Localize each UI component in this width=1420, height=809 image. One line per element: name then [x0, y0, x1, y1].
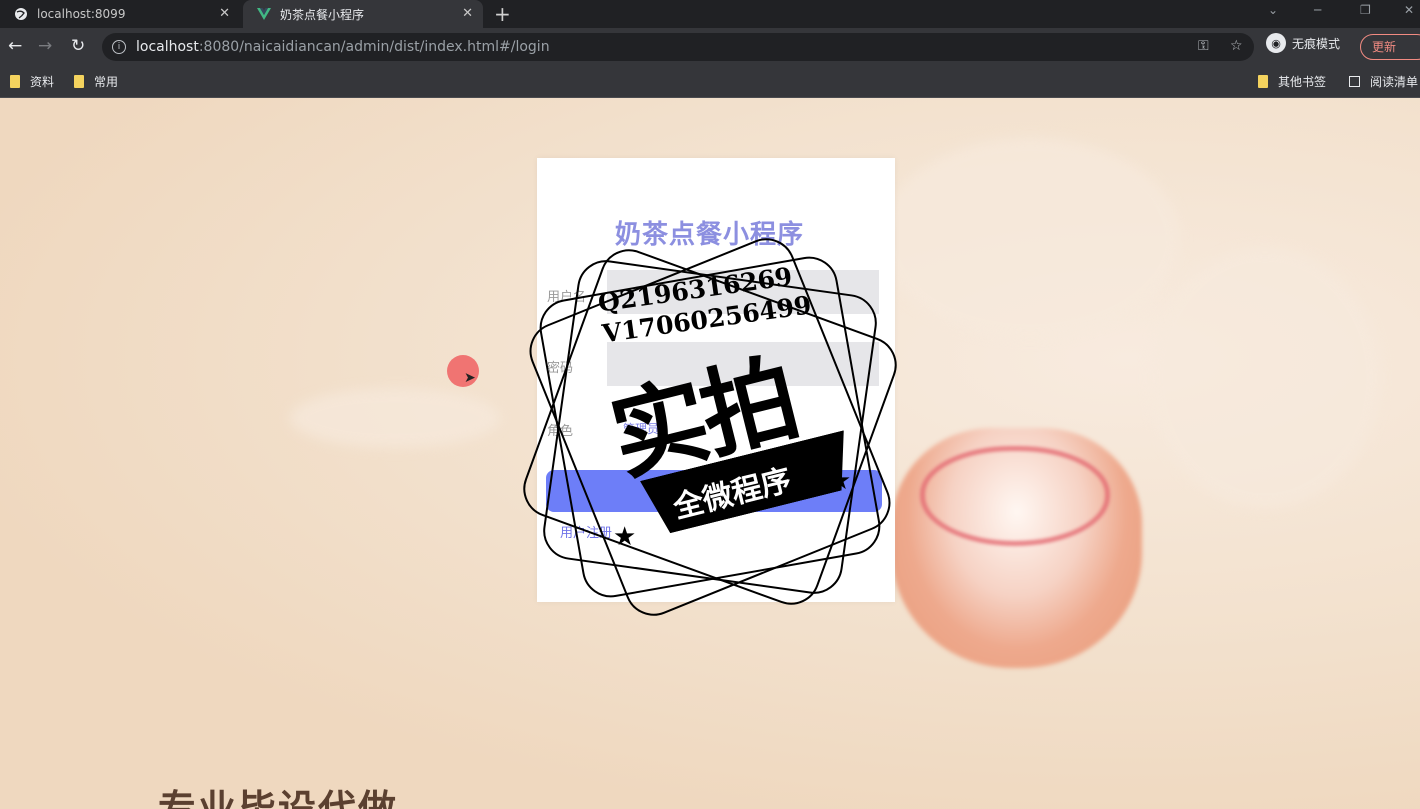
tab-milk-tea[interactable]: 奶茶点餐小程序 ✕: [243, 0, 483, 28]
background-blur: [880, 138, 1180, 338]
folder-icon: [1258, 75, 1268, 88]
bookmark-label: 常用: [94, 75, 119, 89]
bookmark-label: 资料: [30, 75, 55, 89]
bookmarks-bar: 资料 常用 其他书签 阅读清单: [0, 66, 1420, 98]
address-url[interactable]: localhost:8080/naicaidiancan/admin/dist/…: [136, 39, 550, 55]
star-icon: ★: [613, 522, 637, 552]
restore-icon[interactable]: ❐: [1360, 3, 1371, 17]
reading-list[interactable]: 阅读清单: [1349, 73, 1418, 90]
close-icon[interactable]: ✕: [462, 6, 473, 21]
tab-search-icon[interactable]: ⌄: [1268, 3, 1278, 17]
tab-localhost[interactable]: localhost:8099 ✕: [0, 0, 240, 28]
bookmark-folder-materials[interactable]: 资料: [10, 73, 54, 90]
tab-bar: localhost:8099 ✕ 奶茶点餐小程序 ✕ + ⌄ ─ ❐ ✕: [0, 0, 1420, 28]
incognito-label: 无痕模式: [1292, 36, 1341, 51]
incognito-indicator[interactable]: ◉ 无痕模式: [1266, 33, 1340, 53]
mouse-pointer-icon: ➤: [464, 370, 476, 386]
minimize-icon[interactable]: ─: [1314, 3, 1321, 17]
latte-art-image: [920, 446, 1110, 546]
reading-list-icon: [1349, 76, 1360, 87]
bookmark-label: 其他书签: [1278, 75, 1327, 89]
background-blur: [1150, 248, 1380, 508]
update-button[interactable]: 更新: [1360, 34, 1420, 60]
star-icon[interactable]: ☆: [1230, 38, 1243, 54]
back-icon[interactable]: ←: [8, 36, 22, 56]
background-blur: [290, 388, 500, 448]
close-icon[interactable]: ✕: [219, 6, 230, 21]
site-info-icon[interactable]: i: [112, 40, 126, 54]
bookmark-other[interactable]: 其他书签: [1258, 73, 1326, 90]
bookmark-folder-common[interactable]: 常用: [74, 73, 118, 90]
reload-icon[interactable]: ↻: [71, 36, 85, 56]
bookmark-label: 阅读清单: [1370, 75, 1419, 89]
address-bar[interactable]: i localhost:8080/naicaidiancan/admin/dis…: [102, 33, 1254, 61]
key-icon[interactable]: ⚿: [1198, 38, 1209, 54]
star-icon: ★: [828, 466, 852, 496]
promo-text: 专业毕设代做: [158, 787, 399, 809]
tab-title: localhost:8099: [37, 7, 126, 21]
browser-toolbar: ← → ↻ i localhost:8080/naicaidiancan/adm…: [0, 28, 1420, 66]
window-close-icon[interactable]: ✕: [1404, 3, 1414, 17]
forward-icon[interactable]: →: [38, 36, 52, 56]
vue-logo-icon: [257, 7, 271, 21]
folder-icon: [10, 75, 20, 88]
url-path: :8080/naicaidiancan/admin/dist/index.htm…: [198, 39, 550, 55]
globe-icon: [14, 7, 28, 21]
incognito-icon: ◉: [1266, 33, 1286, 53]
url-host: localhost: [136, 39, 199, 55]
tab-title: 奶茶点餐小程序: [280, 7, 365, 22]
folder-icon: [74, 75, 84, 88]
new-tab-icon[interactable]: +: [494, 2, 511, 26]
